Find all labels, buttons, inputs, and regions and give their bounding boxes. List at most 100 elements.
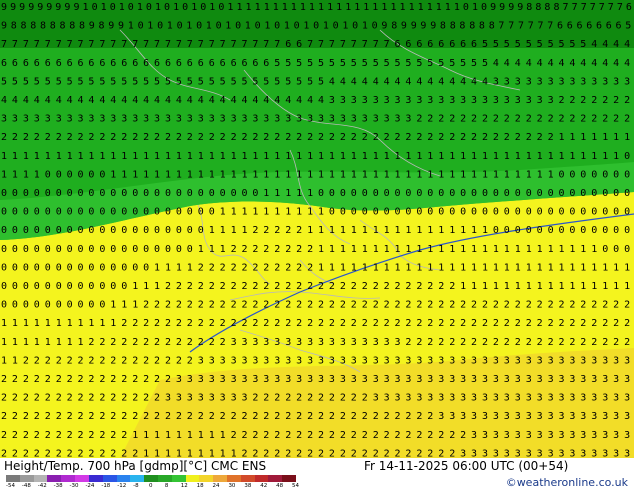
temp-label: 1 [143,169,149,180]
temp-label: 2 [132,337,138,348]
temp-label: 1 [110,300,116,311]
temp-label: 2 [296,393,302,404]
temp-label: 3 [209,374,215,385]
temp-label: 2 [220,337,226,348]
temp-label: 0 [526,225,532,236]
temp-label: 1 [418,2,424,13]
temp-label: 2 [504,337,510,348]
temp-label: 6 [626,2,632,13]
credit-link[interactable]: ©weatheronline.co.uk [506,476,628,489]
colorbar-swatch [75,475,89,482]
temp-label: 3 [231,337,237,348]
temp-label: 2 [580,337,586,348]
temp-label: 2 [220,318,226,329]
temp-label: 7 [23,39,29,50]
temp-label: 3 [624,393,630,404]
temp-label: 2 [307,262,313,273]
temp-label: 2 [263,244,269,255]
temp-label: 1 [340,262,346,273]
temp-label: 2 [12,448,18,458]
temp-label: 1 [548,169,554,180]
temp-label: 3 [384,337,390,348]
temp-label: 1 [1,169,7,180]
temp-label: 3 [624,448,630,458]
temp-label: 3 [427,355,433,366]
temp-label: 3 [362,374,368,385]
colorbar-swatch [144,475,158,482]
temp-label: 1 [427,225,433,236]
temp-label: 1 [373,169,379,180]
temp-label: 5 [526,39,532,50]
temp-label: 2 [110,393,116,404]
temp-label: 4 [591,58,597,69]
temp-label: 5 [493,39,499,50]
temp-label: 0 [591,188,597,199]
temp-label: 1 [198,448,204,458]
temp-label: 0 [351,207,357,218]
temp-label: 0 [438,207,444,218]
temp-label: 2 [231,318,237,329]
temp-label: 7 [547,21,553,32]
temp-label: 1 [548,244,554,255]
temp-label: 1 [526,169,532,180]
temp-label: 3 [526,95,532,106]
temp-label: 0 [333,21,339,32]
temp-label: 2 [427,318,433,329]
temp-label: 2 [220,300,226,311]
temp-label: 1 [231,207,237,218]
temp-label: 3 [624,355,630,366]
temp-label: 3 [209,393,215,404]
temp-label: 4 [12,95,18,106]
temp-label: 1 [128,21,134,32]
temp-label: 2 [340,318,346,329]
temp-label: 5 [231,76,237,87]
temp-label: 1 [569,281,575,292]
temp-label: 2 [143,374,149,385]
temp-label: 1 [591,244,597,255]
temp-label: 9 [411,21,417,32]
temp-label: 1 [110,169,116,180]
temp-label: 1 [154,448,160,458]
colorbar-label: -42 [37,483,47,489]
temp-label: 2 [460,132,466,143]
temp-label: 7 [143,39,149,50]
colorbar-label: -54 [6,483,15,489]
temp-label: 0 [34,281,40,292]
temp-label: 2 [165,374,171,385]
temp-label: 1 [242,225,248,236]
temp-label: 2 [416,132,422,143]
temp-label: 1 [391,2,397,13]
temp-label: 5 [56,76,62,87]
temp-label: 4 [176,95,182,106]
temp-label: 1 [602,262,608,273]
temp-label: 2 [318,430,324,441]
temp-label: 2 [263,430,269,441]
temp-label: 2 [405,132,411,143]
temp-label: 0 [88,244,94,255]
temp-label: 4 [296,95,302,106]
temp-label: 2 [88,411,94,422]
temp-label: 1 [537,169,543,180]
temp-label: 1 [198,430,204,441]
temp-label: 1 [548,151,554,162]
temp-label: 1 [395,151,401,162]
temp-label: 3 [569,430,575,441]
temp-label: 3 [329,95,335,106]
temp-label: 5 [471,58,477,69]
temp-label: 2 [263,318,269,329]
temp-label: 4 [482,76,488,87]
temp-label: 6 [395,39,401,50]
temp-label: 2 [362,300,368,311]
temp-label: 3 [460,393,466,404]
temp-label: 1 [165,430,171,441]
temp-label: 3 [329,114,335,125]
temp-label: 2 [318,411,324,422]
temp-label: 2 [242,411,248,422]
temp-label: 1 [220,225,226,236]
temp-label: 2 [318,448,324,458]
temp-label: 1 [460,169,466,180]
temp-label: 3 [307,374,313,385]
temp-label: 2 [1,411,7,422]
temp-label: 2 [307,393,313,404]
temp-label: 1 [526,151,532,162]
